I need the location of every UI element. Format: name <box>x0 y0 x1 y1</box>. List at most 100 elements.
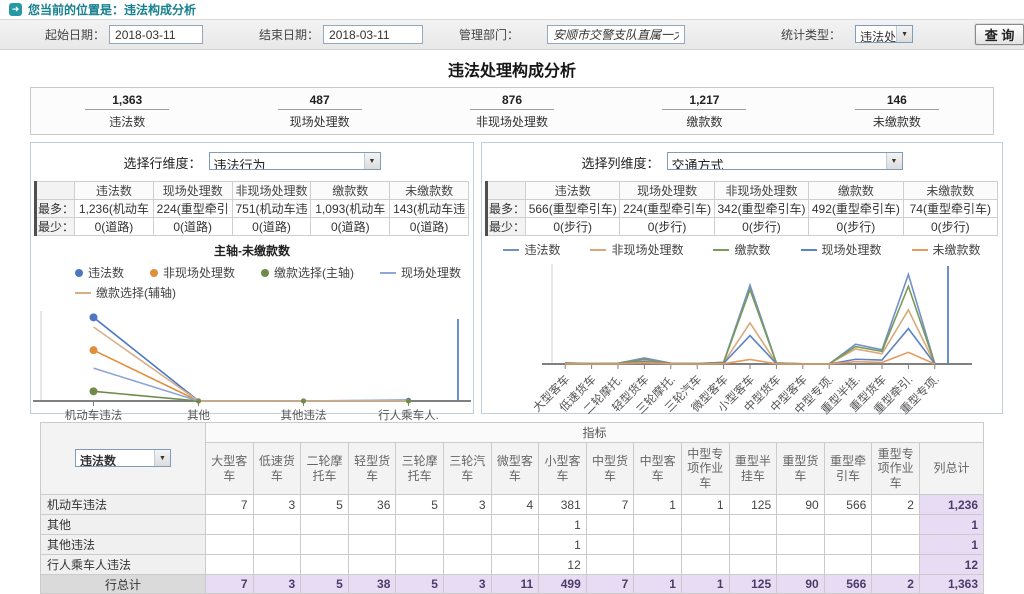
mini-table-cell: 143(机动车违 <box>390 200 469 218</box>
svg-text:其他: 其他 <box>187 409 210 422</box>
mini-table-col-header: 缴款数 <box>311 182 390 200</box>
row-dimension-select-value: 违法行为 <box>210 153 364 169</box>
cross-table-total-cell: 3 <box>253 575 301 594</box>
mini-table-col-header: 违法数 <box>526 182 620 200</box>
summary-stat-label: 未缴款数 <box>801 113 993 130</box>
cross-table-total-cell: 566 <box>824 575 872 594</box>
legend-label: 非现场处理数 <box>611 241 683 258</box>
mini-table-cell: 74(重型牵引车) <box>903 200 997 218</box>
mini-table-row: 最多：566(重型牵引车)224(重型牵引车)342(重型牵引车)492(重型牵… <box>487 200 998 218</box>
legend-label: 违法数 <box>88 264 124 281</box>
col-dim-summary-table: 违法数现场处理数非现场处理数缴款数未缴款数最多：566(重型牵引车)224(重型… <box>485 181 998 236</box>
mini-table-corner <box>36 182 75 200</box>
mini-table-header-row: 违法数现场处理数非现场处理数缴款数未缴款数 <box>487 182 998 200</box>
right-chart-legend: 违法数 非现场处理数 缴款数 现场处理数 未缴款数 <box>486 241 998 258</box>
cross-table-cell: 12 <box>539 555 587 575</box>
cross-table-cell <box>348 555 396 575</box>
legend-item[interactable]: 现场处理数 <box>801 241 882 258</box>
svg-text:机动车违法: 机动车违法 <box>65 408 123 422</box>
mini-table-row-label: 最少： <box>36 218 75 236</box>
dept-input[interactable] <box>547 25 685 44</box>
breadcrumb: 您当前的位置是：违法构成分析 <box>28 1 196 18</box>
stat-type-select-value: 违法处理 <box>856 26 896 42</box>
cross-table-row-label: 其他 <box>41 515 206 535</box>
cross-table-cell <box>586 535 634 555</box>
legend-item[interactable]: 缴款选择(辅轴) <box>75 284 176 301</box>
legend-item[interactable]: 未缴款数 <box>912 241 981 258</box>
cross-table-cell <box>681 515 729 535</box>
stat-type-select[interactable]: 违法处理▼ <box>855 25 913 43</box>
mini-table-cell: 0(步行) <box>809 218 903 236</box>
end-date-input[interactable] <box>323 25 423 44</box>
cross-table-cell <box>443 555 491 575</box>
mini-table-row: 最少：0(步行)0(步行)0(步行)0(步行)0(步行) <box>487 218 998 236</box>
legend-item[interactable]: 现场处理数 <box>380 264 461 281</box>
value-type-select-value: 违法数 <box>76 450 154 466</box>
value-type-select[interactable]: 违法数▼ <box>75 449 171 467</box>
mini-table-cell: 1,093(机动车 <box>311 200 390 218</box>
cross-table-col-header: 中型货车 <box>586 443 634 495</box>
legend-item[interactable]: 缴款数 <box>713 241 770 258</box>
chevron-down-icon: ▼ <box>154 450 170 466</box>
cross-table-cell <box>301 555 349 575</box>
cross-table-col-header: 重型专项作业车 <box>872 443 920 495</box>
row-dim-label: 选择行维度： <box>123 153 201 172</box>
cross-table-total-cell: 5 <box>301 575 349 594</box>
mini-table-row-label: 最多： <box>36 200 75 218</box>
cross-table-cell <box>491 515 539 535</box>
row-dimension-panel: 选择行维度： 违法行为▼ 违法数现场处理数非现场处理数缴款数未缴款数最多：1,2… <box>30 142 474 414</box>
start-date-input[interactable] <box>109 25 203 44</box>
svg-text:其他违法: 其他违法 <box>281 408 327 422</box>
cross-table-row: 其他违法11 <box>41 535 984 555</box>
legend-label: 现场处理数 <box>822 241 882 258</box>
line-marker-icon <box>590 249 606 251</box>
cross-table-col-header: 中型专项作业车 <box>681 443 729 495</box>
mini-table-col-header: 非现场处理数 <box>714 182 808 200</box>
legend-item[interactable]: 非现场处理数 <box>150 264 235 281</box>
cross-table-total-cell: 90 <box>777 575 825 594</box>
mini-table-cell: 566(重型牵引车) <box>526 200 620 218</box>
cross-table-cell: 5 <box>301 495 349 515</box>
mini-table-cell: 0(步行) <box>526 218 620 236</box>
query-button[interactable]: 查 询 <box>975 24 1024 45</box>
dot-marker-icon <box>150 269 158 277</box>
legend-item[interactable]: 违法数 <box>75 264 124 281</box>
cross-table-cell <box>777 515 825 535</box>
cross-table-col-header: 小型客车 <box>539 443 587 495</box>
cross-table-col-header: 二轮摩托车 <box>301 443 349 495</box>
legend-item[interactable]: 缴款选择(主轴) <box>261 264 354 281</box>
mini-table-col-header: 缴款数 <box>809 182 903 200</box>
summary-stat-value: 1,217 <box>662 93 746 110</box>
cross-table-cell <box>872 535 920 555</box>
row-dim-selector-cell: 违法数▼ <box>41 423 206 495</box>
cross-table-cell <box>443 535 491 555</box>
mini-table-header-row: 违法数现场处理数非现场处理数缴款数未缴款数 <box>36 182 469 200</box>
cross-table-cell <box>681 535 729 555</box>
cross-table-cell: 3 <box>443 495 491 515</box>
row-dimension-select[interactable]: 违法行为▼ <box>209 152 381 170</box>
cross-table-cell: 1 <box>634 495 682 515</box>
cross-table-total-cell: 5 <box>396 575 444 594</box>
row-dim-summary-table: 违法数现场处理数非现场处理数缴款数未缴款数最多：1,236(机动车224(重型牵… <box>34 181 469 236</box>
cross-table-cell: 1 <box>539 515 587 535</box>
breadcrumb-bar: ➜ 您当前的位置是：违法构成分析 <box>0 0 1024 20</box>
cross-table-cell <box>872 555 920 575</box>
cross-table-cell <box>777 535 825 555</box>
cross-table-row: 行人乘车人违法1212 <box>41 555 984 575</box>
line-marker-icon <box>801 249 817 251</box>
legend-item[interactable]: 违法数 <box>503 241 560 258</box>
summary-stat: 487现场处理数 <box>223 93 415 130</box>
cross-table-cell: 90 <box>777 495 825 515</box>
mini-table-col-header: 违法数 <box>75 182 154 200</box>
summary-stat: 876非现场处理数 <box>416 93 608 130</box>
cross-table-cell <box>396 535 444 555</box>
column-dimension-select[interactable]: 交通方式▼ <box>667 152 903 170</box>
legend-label: 违法数 <box>524 241 560 258</box>
legend-item[interactable]: 非现场处理数 <box>590 241 683 258</box>
chevron-down-icon: ▼ <box>364 153 380 169</box>
cross-table-cell: 125 <box>729 495 777 515</box>
mini-table-row-label: 最少： <box>487 218 526 236</box>
mini-table-cell: 0(道路) <box>75 218 154 236</box>
summary-stat: 1,217缴款数 <box>608 93 800 130</box>
cross-table-cell: 5 <box>396 495 444 515</box>
